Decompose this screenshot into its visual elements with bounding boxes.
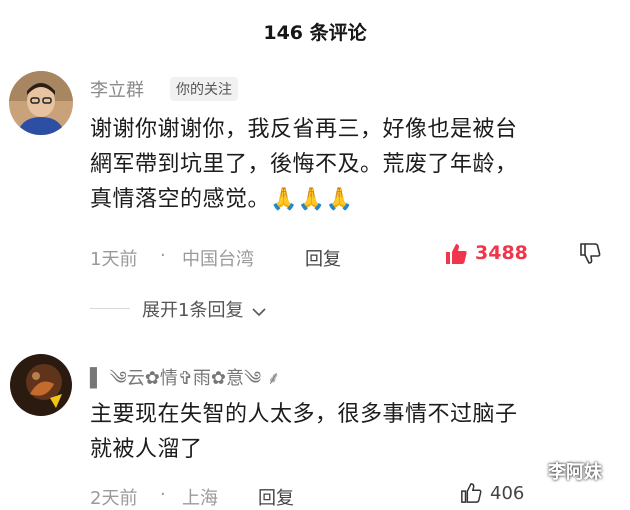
reply-button[interactable]: 回复 <box>258 484 294 510</box>
comment-text: 谢谢你谢谢你，我反省再三，好像也是被台 網军帶到坑里了，後悔不及。荒废了年龄， … <box>90 112 620 217</box>
expand-replies-button[interactable]: 展开1条回复 <box>142 296 267 322</box>
like-button[interactable]: 3488 <box>444 240 534 270</box>
comment-location: 上海 <box>182 488 218 509</box>
comment-line: 谢谢你谢谢你，我反省再三，好像也是被台 <box>90 117 518 142</box>
follow-badge: 你的关注 <box>170 77 238 101</box>
reply-button[interactable]: 回复 <box>305 245 341 271</box>
thumbs-down-icon <box>580 243 601 264</box>
comment-line: 網军帶到坑里了，後悔不及。荒废了年龄， <box>90 152 518 177</box>
like-count: 3488 <box>475 242 528 264</box>
avatar[interactable] <box>9 71 73 135</box>
thumbs-up-icon <box>461 483 482 503</box>
dislike-button[interactable] <box>578 241 604 267</box>
comment-count: 146 <box>263 22 304 44</box>
comment-title: 条评论 <box>309 22 367 44</box>
expand-replies-label: 展开1条回复 <box>142 300 244 321</box>
avatar[interactable] <box>10 354 72 416</box>
comments-header: 146 条评论 <box>0 18 630 45</box>
chevron-down-icon <box>251 307 266 316</box>
avatar-image <box>10 354 72 416</box>
comment-line: 就被人溜了 <box>90 437 203 462</box>
comment-line: 主要现在失智的人太多，很多事情不过脑子 <box>90 402 518 427</box>
dot-separator: · <box>160 484 166 505</box>
expand-divider <box>90 308 130 309</box>
watermark: 李阿妹 <box>548 462 602 483</box>
username[interactable]: 李立群 <box>90 76 144 102</box>
dot-separator: · <box>160 245 166 266</box>
pray-emoji: 🙏🙏🙏 <box>270 187 354 212</box>
thumbs-up-icon <box>446 244 467 264</box>
comment-text: 主要现在失智的人太多，很多事情不过脑子 就被人溜了 <box>90 397 620 467</box>
comment-line-last: 真情落空的感觉。🙏🙏🙏 <box>90 187 354 212</box>
like-button[interactable]: 406 <box>460 482 540 508</box>
comment-time: 2天前 <box>90 488 138 509</box>
comment-time: 1天前 <box>90 249 138 270</box>
avatar-image <box>9 71 73 135</box>
like-count: 406 <box>490 483 525 504</box>
comment-location: 中国台湾 <box>182 249 254 270</box>
